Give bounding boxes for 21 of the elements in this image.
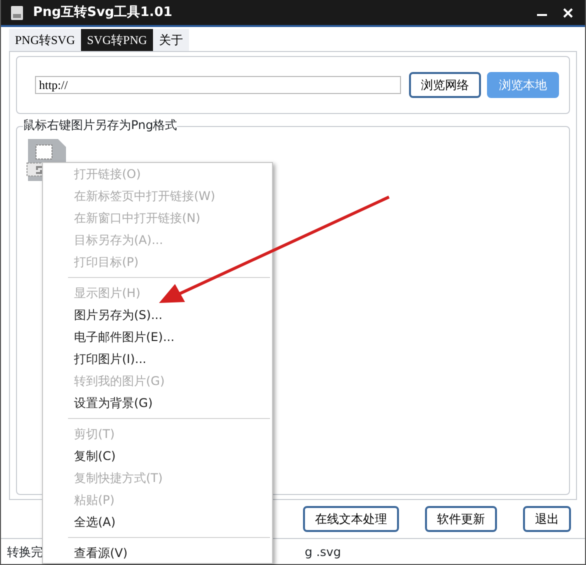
- action-button[interactable]: 退出: [523, 506, 571, 532]
- status-text: 转换完: [7, 544, 43, 560]
- menu-item[interactable]: 图片另存为(S)...: [43, 304, 272, 326]
- menu-item[interactable]: 查看源(V): [43, 542, 272, 563]
- status-text: g .svg: [304, 544, 341, 560]
- action-button[interactable]: 软件更新: [425, 506, 497, 532]
- browse-button[interactable]: 浏览网络: [409, 72, 481, 98]
- menu-item[interactable]: 设置为背景(G): [43, 392, 272, 414]
- menu-item[interactable]: 复制(C): [43, 445, 272, 467]
- group-title: 鼠标右键图片另存为Png格式: [23, 118, 178, 132]
- menu-item[interactable]: 电子邮件图片(E)...: [43, 326, 272, 348]
- tab[interactable]: PNG转SVG: [9, 29, 82, 51]
- window-title: Png互转Svg工具1.01: [33, 4, 172, 22]
- close-icon[interactable]: [563, 8, 573, 18]
- menu-item[interactable]: 打印图片(I)...: [43, 348, 272, 370]
- app-icon: [9, 4, 25, 20]
- url-field[interactable]: http://: [35, 76, 401, 94]
- menu-item[interactable]: 全选(A): [43, 511, 272, 533]
- tab[interactable]: 关于: [153, 29, 190, 51]
- tab[interactable]: SVG转PNG: [81, 29, 154, 51]
- action-button[interactable]: 在线文本处理: [303, 506, 399, 532]
